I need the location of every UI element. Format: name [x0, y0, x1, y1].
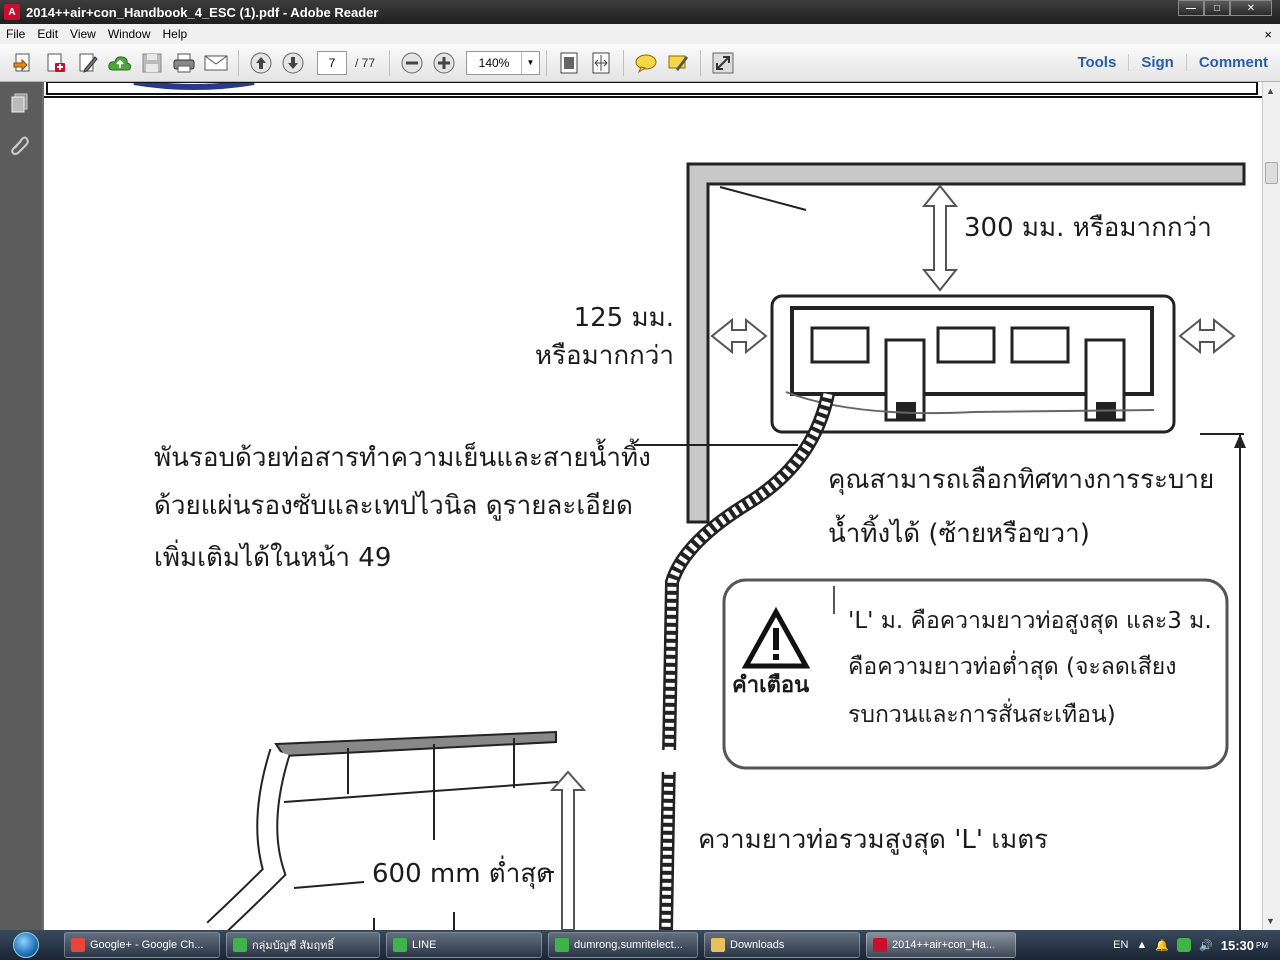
edit-pdf-icon[interactable]: [74, 49, 102, 77]
sign-link[interactable]: Sign: [1128, 54, 1186, 71]
clearance-side-label-2: หรือมากกว่า: [535, 341, 674, 371]
window-title: 2014++air+con_Handbook_4_ESC (1).pdf - A…: [26, 4, 379, 20]
menu-file[interactable]: File: [0, 27, 31, 41]
taskbar-item-line-group[interactable]: กลุ่มบัญชี สัมฤทธิ์: [226, 932, 380, 958]
scroll-down-icon[interactable]: ▼: [1266, 916, 1275, 926]
vertical-scrollbar[interactable]: ▲ ▼: [1262, 82, 1280, 930]
min-height-label: 600 mm ต่ำสุด: [372, 855, 553, 889]
wrap-instruction-line-2: ด้วยแผ่นรองซับและเทปไวนิล ดูรายละเอียด: [154, 490, 633, 521]
fit-width-icon[interactable]: [587, 49, 615, 77]
fit-page-icon[interactable]: [555, 49, 583, 77]
toolbar-separator: [389, 49, 391, 76]
print-icon[interactable]: [170, 49, 198, 77]
zoom-out-icon[interactable]: [398, 49, 426, 77]
drain-direction-line-1: คุณสามารถเลือกทิศทางการระบาย: [828, 465, 1214, 495]
tools-link[interactable]: Tools: [1065, 54, 1128, 71]
warning-title: คำเตือน: [732, 673, 809, 698]
zoom-select[interactable]: 140% ▼: [466, 50, 541, 75]
taskbar-item-line-dumrong[interactable]: dumrong,sumritelect...: [548, 932, 698, 958]
clearance-side-label-1: 125 มม.: [574, 303, 674, 333]
line-chat-icon: [555, 938, 569, 952]
maximize-button[interactable]: □: [1204, 0, 1230, 16]
system-tray: EN ▲ 🔔 🔊 15:30 PM: [1109, 938, 1280, 953]
zoom-in-icon[interactable]: [430, 49, 458, 77]
warning-line-2: คือความยาวท่อต่ำสุด (จะลดเสียง: [848, 650, 1176, 680]
folder-icon: [711, 938, 725, 952]
navigation-panel: [0, 82, 42, 930]
chevron-down-icon[interactable]: ▼: [521, 51, 539, 74]
comment-bubble-icon[interactable]: [632, 49, 660, 77]
page-total: / 77: [355, 55, 376, 70]
notification-icon[interactable]: 🔔: [1155, 939, 1169, 952]
taskbar-item-downloads[interactable]: Downloads: [704, 932, 860, 958]
comment-link[interactable]: Comment: [1185, 54, 1280, 71]
chrome-icon: [71, 938, 85, 952]
pdf-icon: [873, 938, 887, 952]
zoom-value: 140%: [478, 55, 510, 70]
line-icon: [393, 938, 407, 952]
wrap-instruction-line-3: เพิ่มเติมได้ในหน้า 49: [154, 539, 391, 573]
open-file-icon[interactable]: [10, 49, 38, 77]
taskbar-item-adobe-reader[interactable]: 2014++air+con_Ha...: [866, 932, 1016, 958]
previous-page-icon[interactable]: [247, 49, 275, 77]
start-button[interactable]: [6, 930, 46, 960]
page-number-input[interactable]: 7: [317, 50, 347, 75]
highlight-icon[interactable]: [664, 49, 692, 77]
clock-time[interactable]: 15:30: [1221, 938, 1254, 953]
window-controls: — □ ✕: [1178, 0, 1272, 16]
warning-line-3: รบกวนและการสั่นสะเทือน): [848, 698, 1116, 728]
tray-expand-icon[interactable]: ▲: [1136, 939, 1147, 951]
toolbar-separator: [546, 49, 548, 76]
taskbar: Google+ - Google Ch... กลุ่มบัญชี สัมฤทธ…: [0, 930, 1280, 960]
expand-icon[interactable]: [709, 49, 737, 77]
adobe-reader-icon: A: [4, 4, 20, 20]
wrap-instruction-line-1: พันรอบด้วยท่อสารทำความเย็นและสายน้ำทิ้ง: [154, 438, 651, 473]
taskbar-item-line[interactable]: LINE: [386, 932, 542, 958]
windows-logo-icon: [13, 932, 39, 958]
taskbar-item-chrome[interactable]: Google+ - Google Ch...: [64, 932, 220, 958]
clearance-top-label: 300 มม. หรือมากกว่า: [964, 213, 1212, 243]
drain-direction-line-2: น้ำทิ้งได้ (ซ้ายหรือขวา): [828, 514, 1090, 549]
clock-ampm: PM: [1256, 940, 1268, 950]
pipe-length-label: ความยาวท่อรวมสูงสุด 'L' เมตร: [698, 825, 1048, 855]
minimize-button[interactable]: —: [1178, 0, 1204, 16]
toolbar-separator: [700, 49, 702, 76]
pages-icon[interactable]: [9, 92, 31, 114]
menu-bar: File Edit View Window Help ×: [0, 24, 1280, 44]
toolbar-separator: [238, 49, 239, 76]
menu-help[interactable]: Help: [157, 27, 194, 41]
close-document-button[interactable]: ×: [1258, 27, 1280, 42]
create-pdf-icon[interactable]: [42, 49, 70, 77]
language-indicator[interactable]: EN: [1113, 939, 1128, 951]
menu-view[interactable]: View: [64, 27, 102, 41]
line-tray-icon[interactable]: [1177, 938, 1192, 952]
close-button[interactable]: ✕: [1230, 0, 1272, 16]
toolbar-separator: [623, 49, 625, 76]
line-chat-icon: [233, 938, 247, 952]
email-icon[interactable]: [202, 49, 230, 77]
toolbar: 7 / 77 140% ▼ Tools Sign Comment: [0, 44, 1280, 82]
volume-icon[interactable]: 🔊: [1199, 939, 1213, 952]
save-icon[interactable]: [138, 49, 166, 77]
installation-diagram: 300 มม. หรือมากกว่า 125 มม. หรือมากกว่า …: [44, 82, 1262, 930]
cloud-upload-icon[interactable]: [106, 49, 134, 77]
next-page-icon[interactable]: [279, 49, 307, 77]
menu-edit[interactable]: Edit: [31, 27, 64, 41]
attachment-icon[interactable]: [9, 134, 31, 156]
title-bar: A 2014++air+con_Handbook_4_ESC (1).pdf -…: [0, 0, 1280, 24]
menu-window[interactable]: Window: [102, 27, 157, 41]
scroll-thumb[interactable]: [1265, 162, 1278, 184]
right-panel-links: Tools Sign Comment: [1065, 44, 1280, 81]
scroll-up-icon[interactable]: ▲: [1266, 86, 1275, 96]
warning-line-1: 'L' ม. คือความยาวท่อสูงสุด และ3 ม.: [848, 608, 1212, 634]
document-page[interactable]: 300 มม. หรือมากกว่า 125 มม. หรือมากกว่า …: [44, 82, 1262, 930]
